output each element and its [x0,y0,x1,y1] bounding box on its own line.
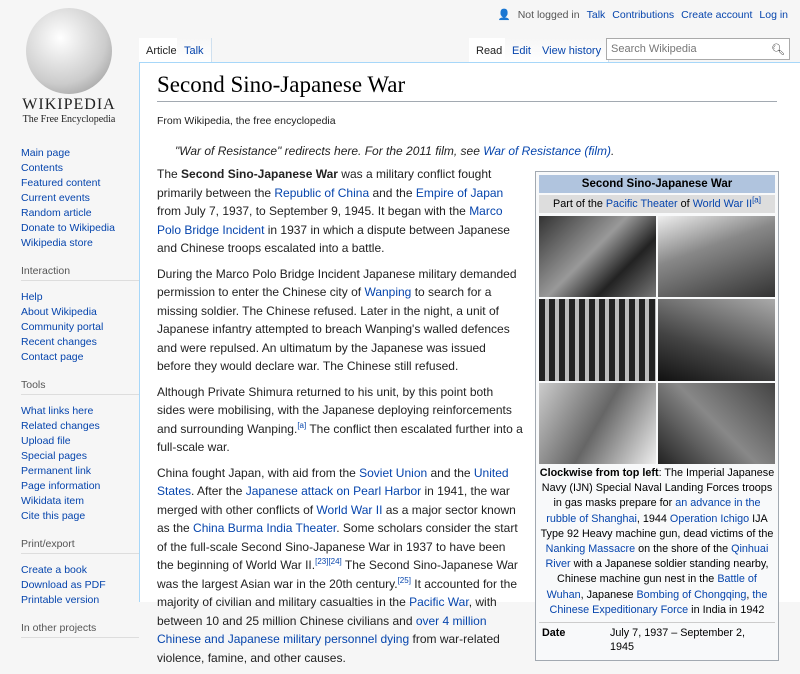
sidebar-item-community-portal[interactable]: Community portal [21,320,139,335]
sidebar-item-contact-page[interactable]: Contact page [21,350,139,365]
sidebar-item-what-links-here[interactable]: What links here [21,404,139,419]
sidebar-item-main-page[interactable]: Main page [21,146,139,161]
sidebar-item-download-as-pdf[interactable]: Download as PDF [21,578,139,593]
personal-tools: 👤 Not logged in Talk Contributions Creat… [497,8,788,22]
page-title: Second Sino-Japanese War [157,72,777,102]
sidebar-item-recent-changes[interactable]: Recent changes [21,335,139,350]
sidebar-item-wikidata-item[interactable]: Wikidata item [21,494,139,509]
text: Part of the [553,198,606,210]
search-icon[interactable]: 🔍︎ [771,43,785,56]
sidebar-item-upload-file[interactable]: Upload file [21,434,139,449]
create-account-link[interactable]: Create account [681,9,752,21]
sidebar-item-random-article[interactable]: Random article [21,206,139,221]
paragraph: The Second Sino-Japanese War was a milit… [157,165,523,258]
infobox-title: Second Sino-Japanese War [539,175,775,193]
sidebar-item-featured-content[interactable]: Featured content [21,176,139,191]
text: of [677,198,693,210]
sidebar-heading: Print/export [21,538,139,554]
text: , 1944 [636,512,670,525]
sidebar-heading: In other projects [21,622,139,638]
text: and the [369,185,416,200]
text: and the [427,465,474,480]
infobox-caption: Clockwise from top left: The Imperial Ja… [539,464,775,624]
sidebar-item-cite-this-page[interactable]: Cite this page [21,509,139,524]
article-link[interactable]: Pacific War [409,595,469,609]
infobox: Second Sino-Japanese War Part of the Pac… [535,171,779,662]
article-link[interactable]: Empire of Japan [416,186,503,200]
talk-link[interactable]: Talk [587,9,606,21]
infobox-image-montage[interactable] [539,216,775,464]
reference-link[interactable]: [a] [297,421,306,430]
article-link[interactable]: Bombing of Chongqing [636,589,746,601]
logo-tagline: The Free Encyclopedia [22,114,116,125]
sidebar-item-permanent-link[interactable]: Permanent link [21,464,139,479]
tab-view-history[interactable]: View history [535,38,610,62]
reference-link[interactable]: [a] [752,195,761,204]
search-input[interactable]: Search Wikipedia 🔍︎ [606,38,790,60]
sidebar: Main page Contents Featured content Current… [21,146,139,647]
hatnote: "War of Resistance" redirects here. For … [175,144,614,158]
site-sub: From Wikipedia, the free encyclopedia [157,115,336,127]
sidebar-item-create-a-book[interactable]: Create a book [21,563,139,578]
text: in India in 1942 [688,603,765,616]
sidebar-item-current-events[interactable]: Current events [21,191,139,206]
contributions-link[interactable]: Contributions [612,9,674,21]
sidebar-item-special-pages[interactable]: Special pages [21,449,139,464]
article-link[interactable]: Pacific Theater [606,198,678,210]
article-link[interactable]: Nanking Massacre [546,543,635,555]
date-value: July 7, 1937 – September 2, 1945 [609,627,746,654]
sidebar-item-contents[interactable]: Contents [21,161,139,176]
reference-link[interactable]: [25] [398,576,411,585]
article-link[interactable]: Soviet Union [359,466,427,480]
text: "War of Resistance" redirects here. For … [175,144,484,158]
text: . [611,144,615,158]
search-placeholder: Search Wikipedia [611,43,697,55]
article-link[interactable]: World War II [693,198,752,210]
paragraph: During the Marco Polo Bridge Incident Ja… [157,265,523,376]
text: China fought Japan, with aid from the [157,465,360,480]
sidebar-item-help[interactable]: Help [21,290,139,305]
text: The [157,167,182,181]
log-in-link[interactable]: Log in [759,9,788,21]
text: on the shore of the [635,543,732,556]
sidebar-heading: Interaction [21,265,139,281]
article-link[interactable]: Republic of China [274,186,369,200]
article-link[interactable]: Operation Ichigo [670,513,749,525]
article-body: The Second Sino-Japanese War was a milit… [157,165,523,674]
text: from July 7, 1937, to September 9, 1945.… [157,204,470,218]
text: , Japanese [580,588,637,601]
text: . After the [191,484,246,498]
infobox-subtitle: Part of the Pacific Theater of World War… [539,195,775,213]
paragraph: Although Private Shimura returned to his… [157,383,523,457]
tab-edit[interactable]: Edit [505,38,539,62]
date-label: Date [542,627,566,640]
tab-talk[interactable]: Talk [177,38,212,62]
not-logged-in: Not logged in [517,8,580,21]
reference-link[interactable]: [23][24] [315,557,342,566]
wikipedia-logo[interactable]: Wikipedia The Free Encyclopedia [14,8,124,125]
sidebar-item-donate-to-wikipedia[interactable]: Donate to Wikipedia [21,221,139,236]
text: Clockwise from top left [539,467,659,479]
globe-icon [26,8,112,94]
paragraph: China fought Japan, with aid from the So… [157,464,523,668]
article-link[interactable]: World War II [316,503,382,517]
article-link[interactable]: Japanese attack on Pearl Harbor [246,484,421,498]
user-icon: 👤 [497,9,511,21]
article-link[interactable]: Wanping [364,285,411,299]
text: Second Sino-Japanese War [181,167,338,181]
article-link[interactable]: War of Resistance (film) [483,144,611,158]
sidebar-item-page-information[interactable]: Page information [21,479,139,494]
sidebar-item-wikipedia-store[interactable]: Wikipedia store [21,236,139,251]
sidebar-item-about-wikipedia[interactable]: About Wikipedia [21,305,139,320]
logo-wordmark: Wikipedia [22,96,116,113]
article-link[interactable]: China Burma India Theater [193,521,336,535]
sidebar-item-related-changes[interactable]: Related changes [21,419,139,434]
infobox-date-row: Date July 7, 1937 – September 2, 1945 [539,623,775,657]
sidebar-heading: Tools [21,379,139,395]
sidebar-item-printable-version[interactable]: Printable version [21,593,139,608]
